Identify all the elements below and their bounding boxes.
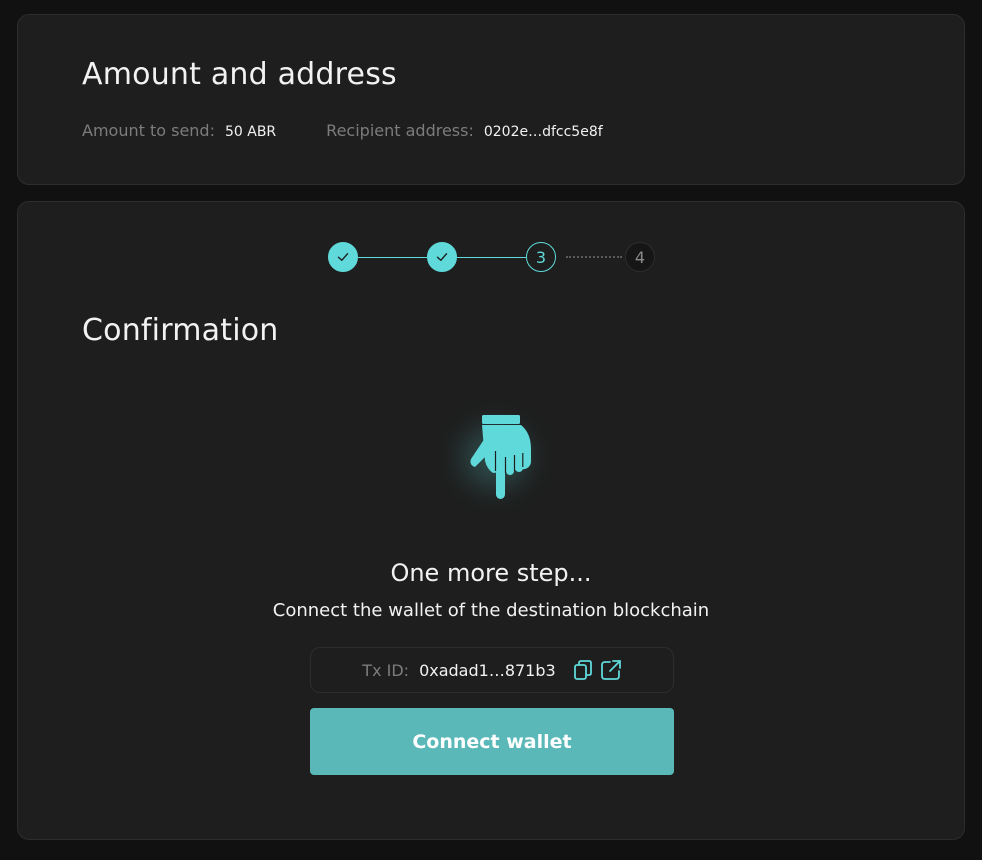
checkmark-icon	[337, 253, 349, 261]
confirmation-title: Confirmation	[82, 313, 279, 348]
recipient-label: Recipient address:	[326, 121, 474, 140]
step-4-upcoming: 4	[625, 242, 655, 272]
amount-address-title: Amount and address	[82, 57, 397, 92]
external-link-icon[interactable]	[600, 659, 622, 681]
txid-label: Tx ID:	[362, 660, 410, 680]
step-3-label: 3	[535, 247, 547, 267]
copy-icon[interactable]	[572, 659, 594, 681]
step-headline: One more step...	[390, 559, 592, 587]
step-2-completed	[427, 242, 457, 272]
pointing-hand-icon	[449, 407, 539, 502]
connect-wallet-button[interactable]: Connect wallet	[310, 708, 674, 775]
txid-value: 0xadad1…871b3	[419, 660, 556, 680]
summary-row: Amount to send: 50 ABR Recipient address…	[82, 121, 603, 140]
progress-stepper: 3 4	[328, 242, 658, 274]
amount-value: 50 ABR	[224, 124, 277, 140]
checkmark-icon	[436, 253, 448, 261]
amount-label: Amount to send:	[82, 121, 215, 140]
pointing-hand-graphic	[470, 415, 531, 499]
amount-address-card: Amount and address Amount to send: 50 AB…	[17, 14, 965, 185]
confirmation-card: 3 4 Confirmation One more step... Connec…	[17, 201, 965, 840]
stepper-connector-2	[457, 257, 526, 258]
stepper-connector-3	[566, 256, 622, 258]
stepper-connector-1	[358, 257, 427, 258]
step-instruction: Connect the wallet of the destination bl…	[272, 600, 710, 621]
step-4-label: 4	[634, 247, 646, 267]
recipient-value: 0202e…dfcc5e8f	[483, 124, 603, 140]
step-1-completed	[328, 242, 358, 272]
transaction-id-box: Tx ID: 0xadad1…871b3	[310, 647, 674, 693]
step-3-current: 3	[526, 242, 556, 272]
